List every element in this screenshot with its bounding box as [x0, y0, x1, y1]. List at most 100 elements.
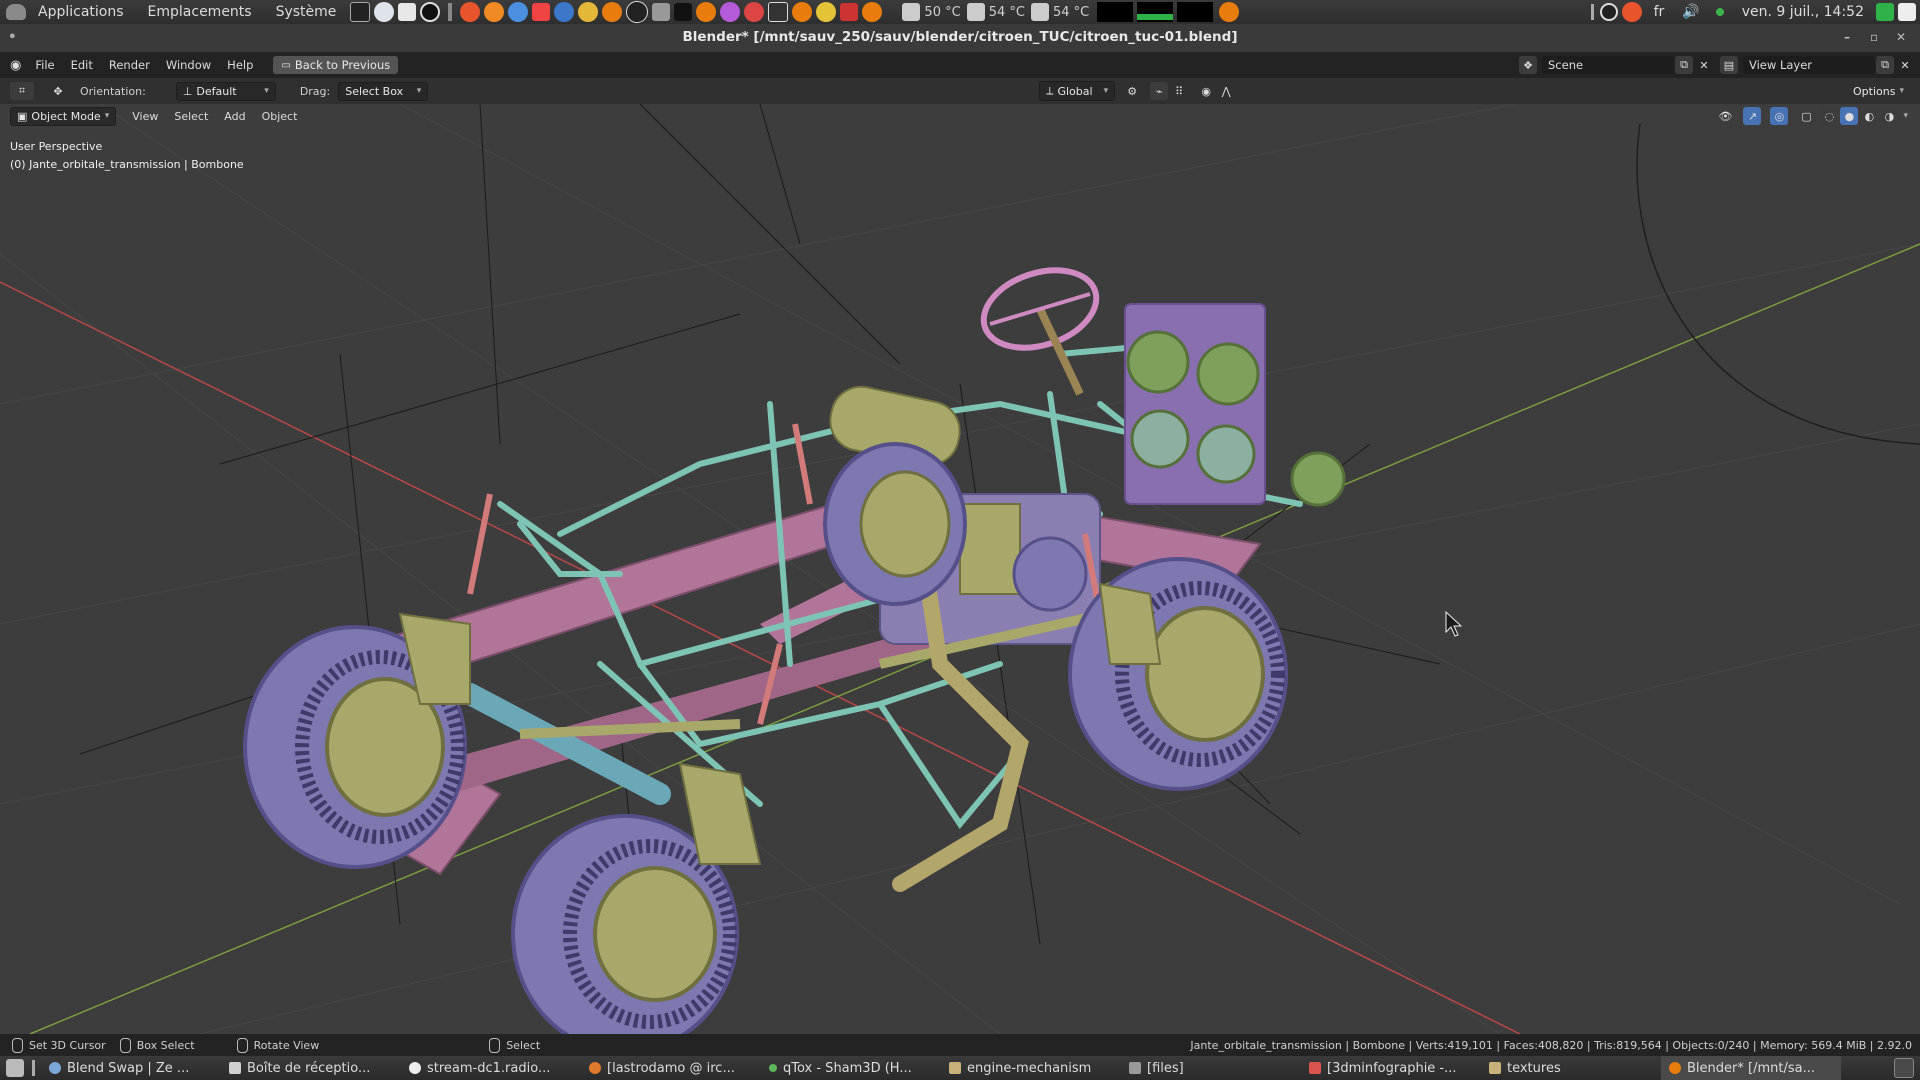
view-layer-remove-icon[interactable]: ✕: [1896, 56, 1914, 74]
shading-solid-icon[interactable]: ●: [1840, 107, 1859, 125]
gnome-foot-icon[interactable]: [6, 4, 26, 20]
mode-dropdown[interactable]: ▣ Object Mode ▾: [10, 106, 117, 126]
blender-logo-icon[interactable]: ◉: [10, 58, 21, 73]
blender-tray-icon[interactable]: [1219, 2, 1240, 22]
task-item[interactable]: [files]: [1121, 1056, 1301, 1080]
task-label: textures: [1507, 1060, 1561, 1076]
scene-field[interactable]: Scene: [1542, 56, 1674, 74]
move-tool-icon[interactable]: ✥: [49, 82, 67, 100]
window-menu-icon[interactable]: •: [8, 24, 17, 50]
scene-browse-icon[interactable]: ❖: [1519, 56, 1537, 74]
app-launcher-gold-icon[interactable]: [816, 2, 837, 22]
app-launcher-yellow-icon[interactable]: [578, 2, 599, 22]
app-launcher-red-icon[interactable]: [532, 3, 551, 21]
browser-launcher-icon[interactable]: [374, 2, 395, 22]
app-launcher-dark-icon[interactable]: [768, 2, 789, 22]
steering-wheel[interactable]: [974, 257, 1107, 396]
blender-launcher-2-icon[interactable]: [696, 2, 717, 22]
orientation-dropdown[interactable]: ⊥ Default ▾: [175, 81, 276, 101]
snap-toggle-icon[interactable]: ⌁: [1150, 82, 1169, 100]
drag-dropdown[interactable]: Select Box ▾: [338, 81, 429, 101]
update-icon[interactable]: [1876, 3, 1894, 21]
maximize-button[interactable]: ▫: [1870, 24, 1878, 50]
volume-icon[interactable]: 🔊: [1682, 4, 1699, 20]
firefox-launcher-icon[interactable]: [484, 2, 505, 22]
menu-window[interactable]: Window: [158, 58, 219, 72]
scene-remove-icon[interactable]: ✕: [1695, 56, 1713, 74]
options-dropdown[interactable]: Options ▾: [1847, 82, 1910, 100]
editor-type-icon[interactable]: ⌗: [10, 82, 34, 100]
desktop-menu-applications[interactable]: Applications: [26, 4, 136, 20]
desktop-menu-places[interactable]: Emplacements: [136, 4, 264, 20]
viewport-scene[interactable]: [0, 104, 1920, 1034]
view-layer-browse-icon[interactable]: ▤: [1720, 56, 1738, 74]
proportional-edit-icon[interactable]: ◉: [1197, 82, 1215, 100]
gizmo-toggle-icon[interactable]: ↗: [1743, 107, 1762, 125]
blender-launcher-3-icon[interactable]: [792, 2, 813, 22]
tray-app-icon[interactable]: [1599, 3, 1618, 21]
chromium-launcher-icon[interactable]: [508, 2, 529, 22]
inkscape-launcher-icon[interactable]: [674, 3, 693, 21]
view-layer-new-icon[interactable]: ⧉: [1876, 56, 1894, 74]
status-hint-label: Select: [506, 1038, 541, 1052]
network-status-icon[interactable]: [1715, 8, 1724, 16]
app-launcher-grey-icon[interactable]: [652, 3, 671, 21]
task-item[interactable]: engine-mechanism: [941, 1056, 1121, 1080]
viewport-menu-view[interactable]: View: [124, 110, 166, 123]
app-launcher-blue-icon[interactable]: [554, 2, 575, 22]
task-item[interactable]: qTox - Sham3D (H...: [761, 1056, 941, 1080]
shading-options-chevron-icon[interactable]: ▾: [1903, 111, 1908, 121]
task-item[interactable]: [lastrodamo @ irc...: [581, 1056, 761, 1080]
overlays-toggle-icon[interactable]: ◎: [1770, 107, 1789, 125]
keyboard-layout[interactable]: fr: [1654, 4, 1665, 20]
transform-orientation-dropdown[interactable]: ⟂ Global ▾: [1039, 81, 1116, 101]
files-launcher-icon[interactable]: [398, 3, 417, 21]
blender-launcher-4-icon[interactable]: [862, 2, 883, 22]
xray-toggle-icon[interactable]: ▢: [1797, 107, 1815, 125]
visibility-eye-icon[interactable]: 👁: [1716, 107, 1734, 125]
chevron-down-icon: ▾: [264, 86, 269, 96]
task-item[interactable]: Blend Swap | Ze ...: [41, 1056, 221, 1080]
viewport-menu-add[interactable]: Add: [216, 110, 253, 123]
shading-material-icon[interactable]: ◐: [1860, 107, 1879, 125]
viewport-menu-select[interactable]: Select: [166, 110, 216, 123]
back-to-previous-button[interactable]: ▭ Back to Previous: [273, 56, 399, 74]
3d-viewport[interactable]: [0, 104, 1920, 1034]
menu-edit[interactable]: Edit: [63, 58, 101, 72]
menu-render[interactable]: Render: [101, 58, 158, 72]
wheel-rear-left[interactable]: [823, 442, 967, 606]
mouse-left-icon: [12, 1037, 23, 1053]
view-layer-field[interactable]: View Layer: [1743, 56, 1875, 74]
shutdown-icon[interactable]: [1898, 3, 1916, 21]
snap-target-icon[interactable]: ⠿: [1170, 82, 1188, 100]
shading-rendered-icon[interactable]: ◑: [1880, 107, 1899, 125]
workspace-switcher-icon[interactable]: [1894, 1058, 1914, 1078]
task-item[interactable]: [3dminfographie -...: [1301, 1056, 1481, 1080]
shading-wireframe-icon[interactable]: ◌: [1820, 107, 1839, 125]
launcher-x-icon[interactable]: [460, 2, 481, 22]
minimize-button[interactable]: –: [1844, 24, 1850, 50]
terminal-launcher-icon[interactable]: [350, 2, 371, 22]
task-item[interactable]: textures: [1481, 1056, 1661, 1080]
clock[interactable]: ven. 9 juil., 14:52: [1742, 4, 1864, 20]
desktop-menu-system[interactable]: Système: [264, 4, 349, 20]
tray-x-icon[interactable]: [1621, 2, 1642, 22]
show-desktop-icon[interactable]: [6, 1059, 24, 1077]
app-launcher-icon[interactable]: [420, 2, 441, 22]
radiator-fans[interactable]: [1124, 303, 1346, 507]
filezilla-launcher-icon[interactable]: [840, 3, 859, 21]
blender-launcher-icon[interactable]: [602, 2, 623, 22]
task-item[interactable]: stream-dc1.radio...: [401, 1056, 581, 1080]
pivot-point-icon[interactable]: ⚙: [1123, 82, 1141, 100]
close-button[interactable]: ✕: [1896, 24, 1906, 50]
viewport-menu-object[interactable]: Object: [254, 110, 306, 123]
proportional-falloff-icon[interactable]: ⋀: [1217, 82, 1235, 100]
app-launcher-red2-icon[interactable]: [744, 2, 765, 22]
scene-new-icon[interactable]: ⧉: [1675, 56, 1693, 74]
obs-launcher-icon[interactable]: [626, 1, 649, 23]
menu-file[interactable]: File: [27, 58, 62, 72]
menu-help[interactable]: Help: [219, 58, 261, 72]
task-item-active[interactable]: Blender* [/mnt/sa...: [1661, 1056, 1841, 1080]
app-launcher-purple-icon[interactable]: [720, 2, 741, 22]
task-item[interactable]: Boîte de réceptio...: [221, 1056, 401, 1080]
